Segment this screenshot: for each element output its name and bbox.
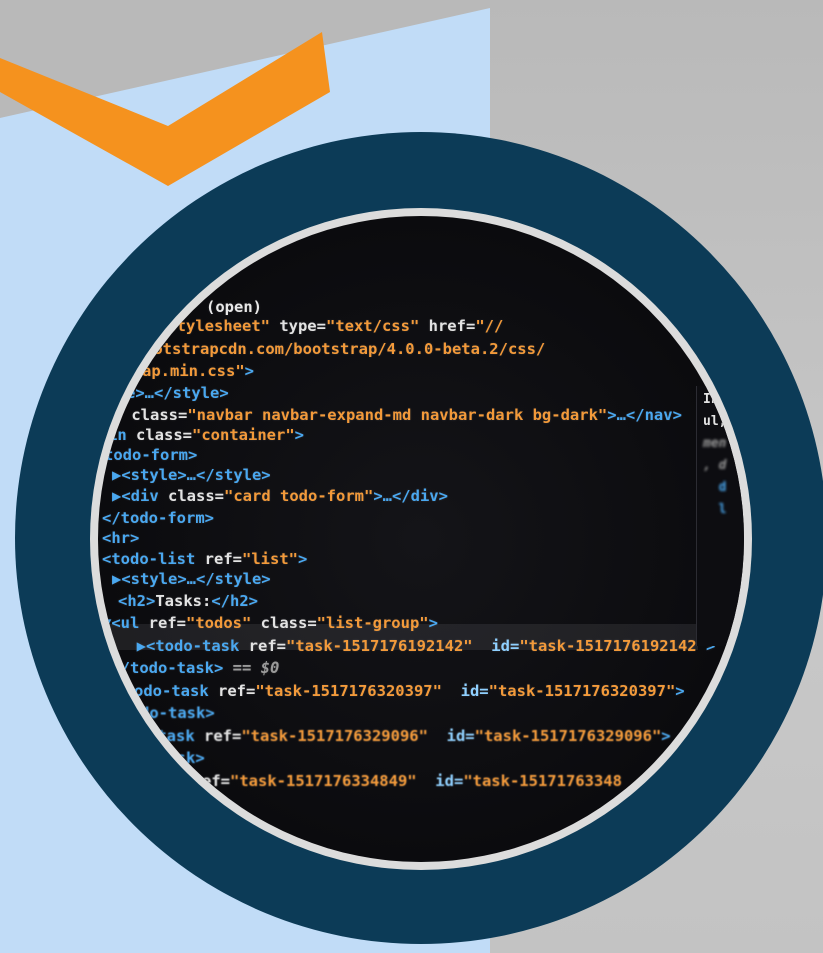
code-token: e>…</style> <box>126 384 229 402</box>
code-token: "stylesheet" <box>158 317 270 335</box>
code-token: <todo-list <box>102 550 196 568</box>
code-token: "navbar navbar-expand-md navbar-dark bg-… <box>187 406 608 424</box>
code-line: ap.min.css"> <box>142 362 254 380</box>
code-line: ▼<ul ref="todos" class="list-group"> <box>102 614 438 632</box>
code-token: > <box>661 727 671 745</box>
code-line: todo-form> <box>104 446 197 464</box>
code-token: todo-form> <box>104 446 198 464</box>
code-line: ▶<todo-task ref="task-1517176192142" id=… <box>118 637 716 655</box>
code-token: ▶<div <box>112 487 159 505</box>
code-line: ask> <box>156 794 193 812</box>
code-line: <todo-list ref="list"> <box>102 550 307 568</box>
code-token: >…</div> <box>373 487 448 505</box>
code-token: > <box>675 682 685 700</box>
code-token: "text/css" <box>325 317 420 335</box>
code-token: id= <box>441 682 489 700</box>
code-token: <hr> <box>102 529 140 547</box>
code-token: ask> <box>156 794 194 812</box>
code-line: <hr> <box>102 529 139 547</box>
code-token: "todos" <box>186 614 252 632</box>
code-token: ▶<style>…</style> <box>112 570 271 588</box>
code-line: </todo-form> <box>102 509 214 527</box>
code-token: "list-group" <box>316 614 429 632</box>
code-token: ref= <box>195 550 242 568</box>
code-token: class= <box>122 406 188 424</box>
code-token: ref= <box>139 614 186 632</box>
styles-side-pane: In ul, men , d d l <box>696 386 744 646</box>
code-token: "task-1517176320397" <box>255 682 442 700</box>
code-token: ▼<ul <box>102 614 140 632</box>
side-pane-line: ul, <box>703 414 727 429</box>
code-token: class= <box>158 487 224 505</box>
code-token: == $0 <box>223 659 280 677</box>
code-line: class="navbar navbar-expand-md navbar-da… <box>122 406 682 424</box>
code-token: id= <box>416 772 464 790</box>
code-token: "card todo-form" <box>224 487 374 505</box>
code-token: do-task> <box>130 749 205 767</box>
code-line: ▶<style>…</style> <box>112 570 271 588</box>
code-line: "stylesheet" type="text/css" href="// <box>158 317 503 335</box>
code-token: "// <box>475 317 504 335</box>
code-token: id= <box>427 727 475 745</box>
code-token: id= <box>472 637 520 655</box>
code-line: ▶<div class="card todo-form">…</div> <box>112 487 448 505</box>
code-token: "task-15171763348 <box>463 772 622 790</box>
code-line: task ref="task-1517176334849" id="task-1… <box>146 772 622 790</box>
side-pane-line: d <box>703 480 727 495</box>
code-token: ref= <box>183 772 230 790</box>
code-token: ▶<todo-task <box>118 637 240 655</box>
code-token: "container" <box>192 426 295 444</box>
side-pane-line: , d <box>703 458 727 473</box>
code-token: > <box>244 362 254 380</box>
code-token: …</todo-task> <box>102 659 224 677</box>
side-pane-line: men <box>703 436 727 451</box>
code-token: <h2> <box>118 592 156 610</box>
code-listing: (open) "stylesheet" type="text/css" href=… <box>98 216 744 862</box>
code-screenshot-circle: (open) "stylesheet" type="text/css" href=… <box>98 216 744 862</box>
code-line: odo-task ref="task-1517176329096" id="ta… <box>120 727 671 745</box>
code-token: "task-1517176329096" <box>474 727 662 745</box>
side-pane-line: In <box>703 392 719 407</box>
code-token: /todo-task> <box>112 704 215 722</box>
code-token: "task-1517176320397" <box>488 682 676 700</box>
code-token: odo-task <box>120 727 195 745</box>
code-token: Tasks: <box>155 592 212 610</box>
code-line: ootstrapcdn.com/bootstrap/4.0.0-beta.2/c… <box>144 340 545 358</box>
code-line: in class="container"> <box>108 426 304 444</box>
side-pane-line: l <box>703 502 727 517</box>
code-line: ▶<todo-task ref="task-1517176320397" id=… <box>106 682 685 700</box>
code-token: class= <box>126 426 192 444</box>
code-token: "task-1517176329096" <box>241 727 428 745</box>
code-line: /todo-task> <box>112 704 215 722</box>
code-token: "task-1517176192142" <box>286 637 473 655</box>
code-token: ▶<todo-task <box>106 682 209 700</box>
code-line: ▶<style>…</style> <box>112 466 271 484</box>
code-line: <h2>Tasks:</h2> <box>118 592 258 610</box>
code-token: >…</nav> <box>607 406 682 424</box>
code-token: (open) <box>206 298 262 316</box>
code-line: (open) <box>206 298 262 316</box>
code-token: "list" <box>242 550 298 568</box>
code-line: e>…</style> <box>126 384 229 402</box>
code-line: do-task> <box>130 749 205 767</box>
code-token: "task-1517176192142" <box>519 637 706 655</box>
code-token: ootstrapcdn.com/bootstrap/4.0.0-beta.2/c… <box>144 340 546 358</box>
code-token: "task-1517176334849" <box>230 772 417 790</box>
code-token: </todo-form> <box>102 509 214 527</box>
code-line: …</todo-task> == $0 <box>102 659 279 677</box>
code-token: ref= <box>194 727 242 745</box>
code-token: in <box>108 426 127 444</box>
code-token: ref= <box>239 637 286 655</box>
code-token: class= <box>251 614 317 632</box>
code-token: > <box>428 614 438 632</box>
code-token: type= <box>269 317 326 335</box>
code-token: task <box>146 772 184 790</box>
code-token: href= <box>419 317 476 335</box>
code-token: ref= <box>208 682 256 700</box>
code-token: </h2> <box>211 592 258 610</box>
code-token: ▶<style>…</style> <box>112 466 271 484</box>
code-token: > <box>298 550 308 568</box>
code-token: ap.min.css" <box>142 362 245 380</box>
code-token: > <box>294 426 304 444</box>
